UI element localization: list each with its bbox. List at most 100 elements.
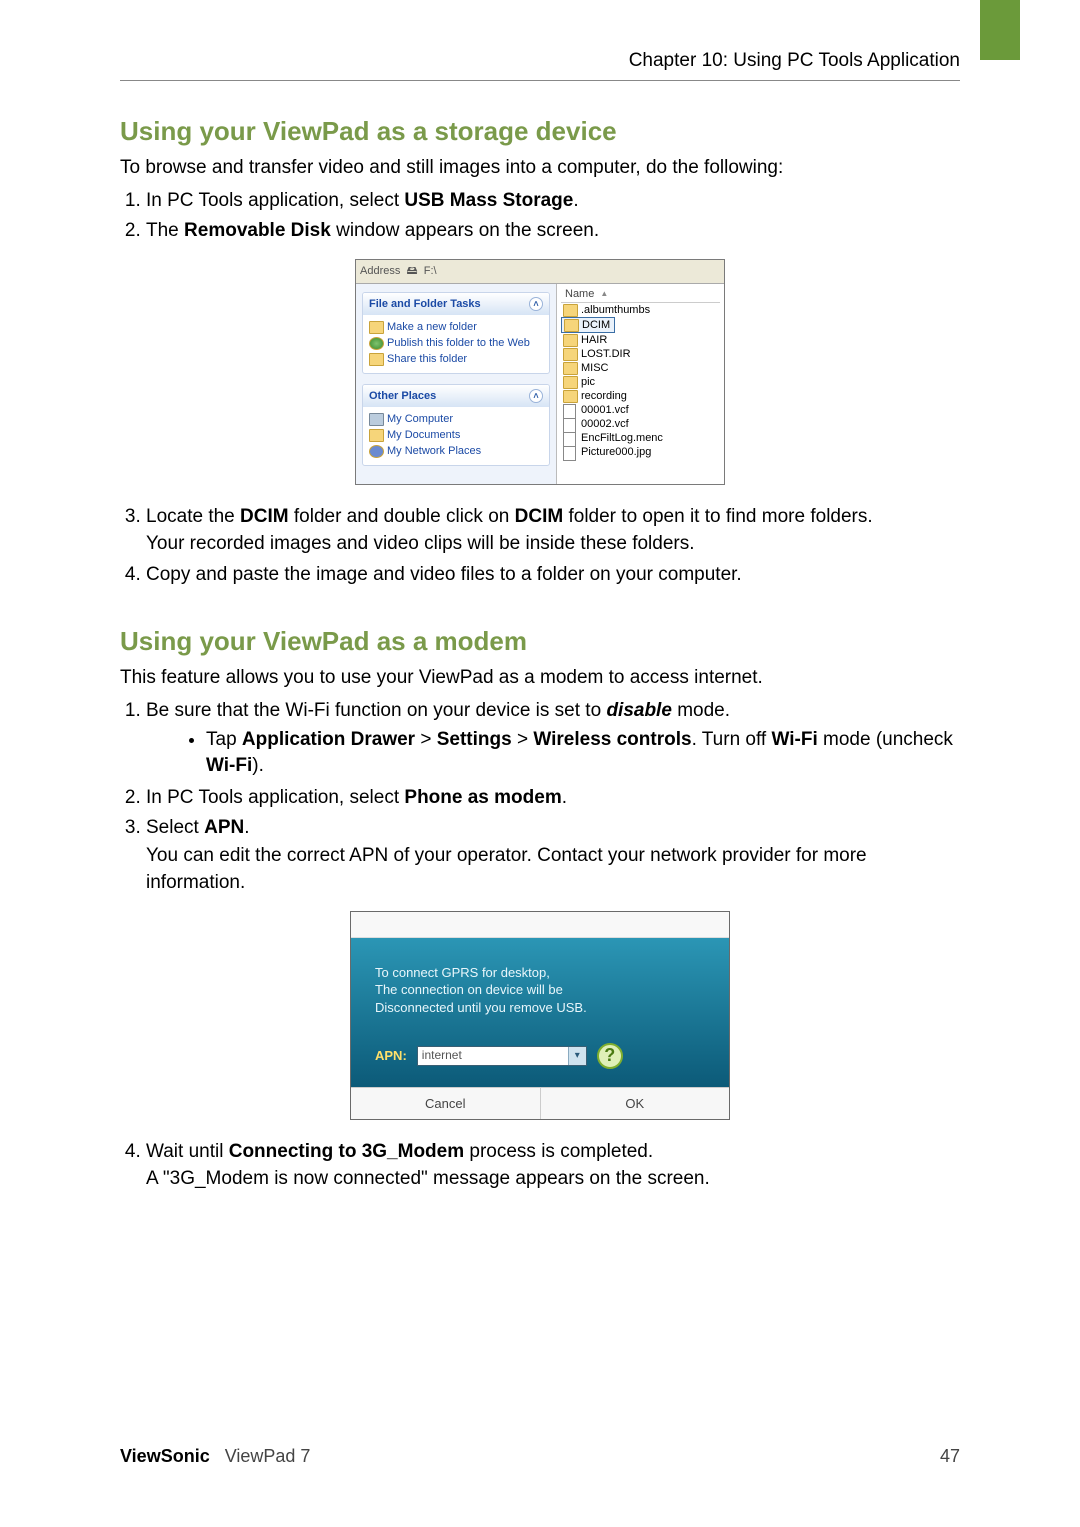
chapter-header: Chapter 10: Using PC Tools Application (120, 50, 960, 81)
cancel-button[interactable]: Cancel (351, 1088, 541, 1119)
column-name: Name (565, 288, 594, 300)
address-bar[interactable]: Address 🖴 F:\ (356, 260, 724, 284)
task-item[interactable]: Share this folder (369, 351, 543, 367)
chevron-up-icon[interactable]: ˄ (529, 297, 543, 311)
text: Be sure that the Wi-Fi function on your … (146, 700, 606, 721)
text: Your recorded images and video clips wil… (146, 533, 695, 554)
folder-item[interactable]: LOST.DIR (561, 347, 720, 361)
dialog-text: To connect GPRS for desktop, (375, 964, 709, 982)
section1-steps: In PC Tools application, select USB Mass… (120, 187, 960, 245)
drive-icon: 🖴 (403, 265, 420, 277)
task-item[interactable]: Make a new folder (369, 319, 543, 335)
place-item[interactable]: My Documents (369, 427, 543, 443)
panel-body: Make a new folder Publish this folder to… (363, 315, 549, 373)
help-icon[interactable]: ? (597, 1043, 623, 1069)
bold-text: DCIM (240, 506, 289, 527)
page-number: 47 (940, 1446, 960, 1467)
text: . Turn off (692, 729, 772, 750)
text: ). (252, 755, 264, 776)
dialog-text: Disconnected until you remove USB. (375, 999, 709, 1017)
bold-text: Removable Disk (184, 220, 331, 241)
sort-asc-icon: ▲ (600, 289, 608, 298)
footer: ViewSonic ViewPad 7 47 (120, 1446, 960, 1467)
section2-steps-cont: Wait until Connecting to 3G_Modem proces… (120, 1138, 960, 1193)
panel-title: File and Folder Tasks (369, 298, 481, 310)
text: A "3G_Modem is now connected" message ap… (146, 1168, 710, 1189)
folder-item[interactable]: pic (561, 375, 720, 389)
panel-file-tasks: File and Folder Tasks ˄ Make a new folde… (362, 292, 550, 374)
text: > (415, 729, 437, 750)
section2-intro: This feature allows you to use your View… (120, 665, 960, 691)
explorer-filelist: Name ▲ .albumthumbs DCIM HAIR LOST.DIR M… (556, 284, 724, 484)
apn-select[interactable]: internet ▾ (417, 1046, 587, 1066)
folder-item[interactable]: .albumthumbs (561, 303, 720, 317)
address-value: F:\ (424, 265, 437, 277)
bold-text: DCIM (515, 506, 564, 527)
dialog-body: To connect GPRS for desktop, The connect… (351, 938, 729, 1087)
footer-brand: ViewSonic ViewPad 7 (120, 1446, 310, 1467)
file-item[interactable]: 00001.vcf (561, 403, 720, 417)
text: Select (146, 817, 204, 838)
file-item[interactable]: Picture000.jpg (561, 445, 720, 459)
panel-title: Other Places (369, 390, 436, 402)
corner-tab (980, 0, 1020, 60)
dialog-buttons: Cancel OK (351, 1087, 729, 1119)
bold-text: Connecting to 3G_Modem (229, 1141, 464, 1162)
list-item: Copy and paste the image and video files… (146, 561, 960, 589)
bold-text: Settings (437, 729, 512, 750)
bold-text: Application Drawer (242, 729, 415, 750)
folder-item-selected[interactable]: DCIM (561, 317, 615, 333)
text: You can edit the correct APN of your ope… (146, 845, 867, 894)
page: Chapter 10: Using PC Tools Application U… (0, 0, 1080, 1527)
apn-dialog: To connect GPRS for desktop, The connect… (350, 911, 730, 1120)
file-item[interactable]: 00002.vcf (561, 417, 720, 431)
folder-item[interactable]: HAIR (561, 333, 720, 347)
text: Tap (206, 729, 242, 750)
text: window appears on the screen. (331, 220, 599, 241)
bold-text: Wi-Fi (771, 729, 817, 750)
list-item: Wait until Connecting to 3G_Modem proces… (146, 1138, 960, 1193)
panel-body: My Computer My Documents My Network Plac… (363, 407, 549, 465)
apn-value: internet (418, 1047, 568, 1063)
list-item: Select APN. You can edit the correct APN… (146, 814, 960, 897)
column-header[interactable]: Name ▲ (561, 286, 720, 303)
text: In PC Tools application, select (146, 190, 404, 211)
chevron-up-icon[interactable]: ˄ (529, 389, 543, 403)
file-item[interactable]: EncFiltLog.menc (561, 431, 720, 445)
sub-bullets: Tap Application Drawer > Settings > Wire… (146, 727, 960, 780)
folder-item[interactable]: MISC (561, 361, 720, 375)
chevron-down-icon[interactable]: ▾ (568, 1047, 586, 1065)
ok-button[interactable]: OK (541, 1088, 730, 1119)
place-item[interactable]: My Network Places (369, 443, 543, 459)
bolditalic-text: disable (606, 700, 671, 721)
list-item: Locate the DCIM folder and double click … (146, 503, 960, 558)
panel-header[interactable]: File and Folder Tasks ˄ (363, 293, 549, 315)
panel-other-places: Other Places ˄ My Computer My Documents … (362, 384, 550, 466)
text: process is completed. (464, 1141, 653, 1162)
text: mode. (672, 700, 730, 721)
explorer-body: File and Folder Tasks ˄ Make a new folde… (356, 284, 724, 484)
section-title-storage: Using your ViewPad as a storage device (120, 116, 960, 147)
product-name: ViewPad 7 (225, 1446, 311, 1466)
folder-item[interactable]: recording (561, 389, 720, 403)
bold-text: USB Mass Storage (404, 190, 573, 211)
text: . (562, 787, 567, 808)
task-item[interactable]: Publish this folder to the Web (369, 335, 543, 351)
text: In PC Tools application, select (146, 787, 404, 808)
bold-text: APN (204, 817, 244, 838)
panel-header[interactable]: Other Places ˄ (363, 385, 549, 407)
brand-name: ViewSonic (120, 1446, 210, 1466)
section1-steps-cont: Locate the DCIM folder and double click … (120, 503, 960, 589)
section-title-modem: Using your ViewPad as a modem (120, 626, 960, 657)
apn-label: APN: (375, 1047, 407, 1065)
text: folder to open it to find more folders. (563, 506, 872, 527)
text: Locate the (146, 506, 240, 527)
address-label: Address (360, 265, 400, 277)
list-item: In PC Tools application, select USB Mass… (146, 187, 960, 215)
section1-intro: To browse and transfer video and still i… (120, 155, 960, 181)
place-item[interactable]: My Computer (369, 411, 543, 427)
bold-text: Wireless controls (533, 729, 691, 750)
text: . (573, 190, 578, 211)
text: The (146, 220, 184, 241)
explorer-window: Address 🖴 F:\ File and Folder Tasks ˄ Ma… (355, 259, 725, 485)
